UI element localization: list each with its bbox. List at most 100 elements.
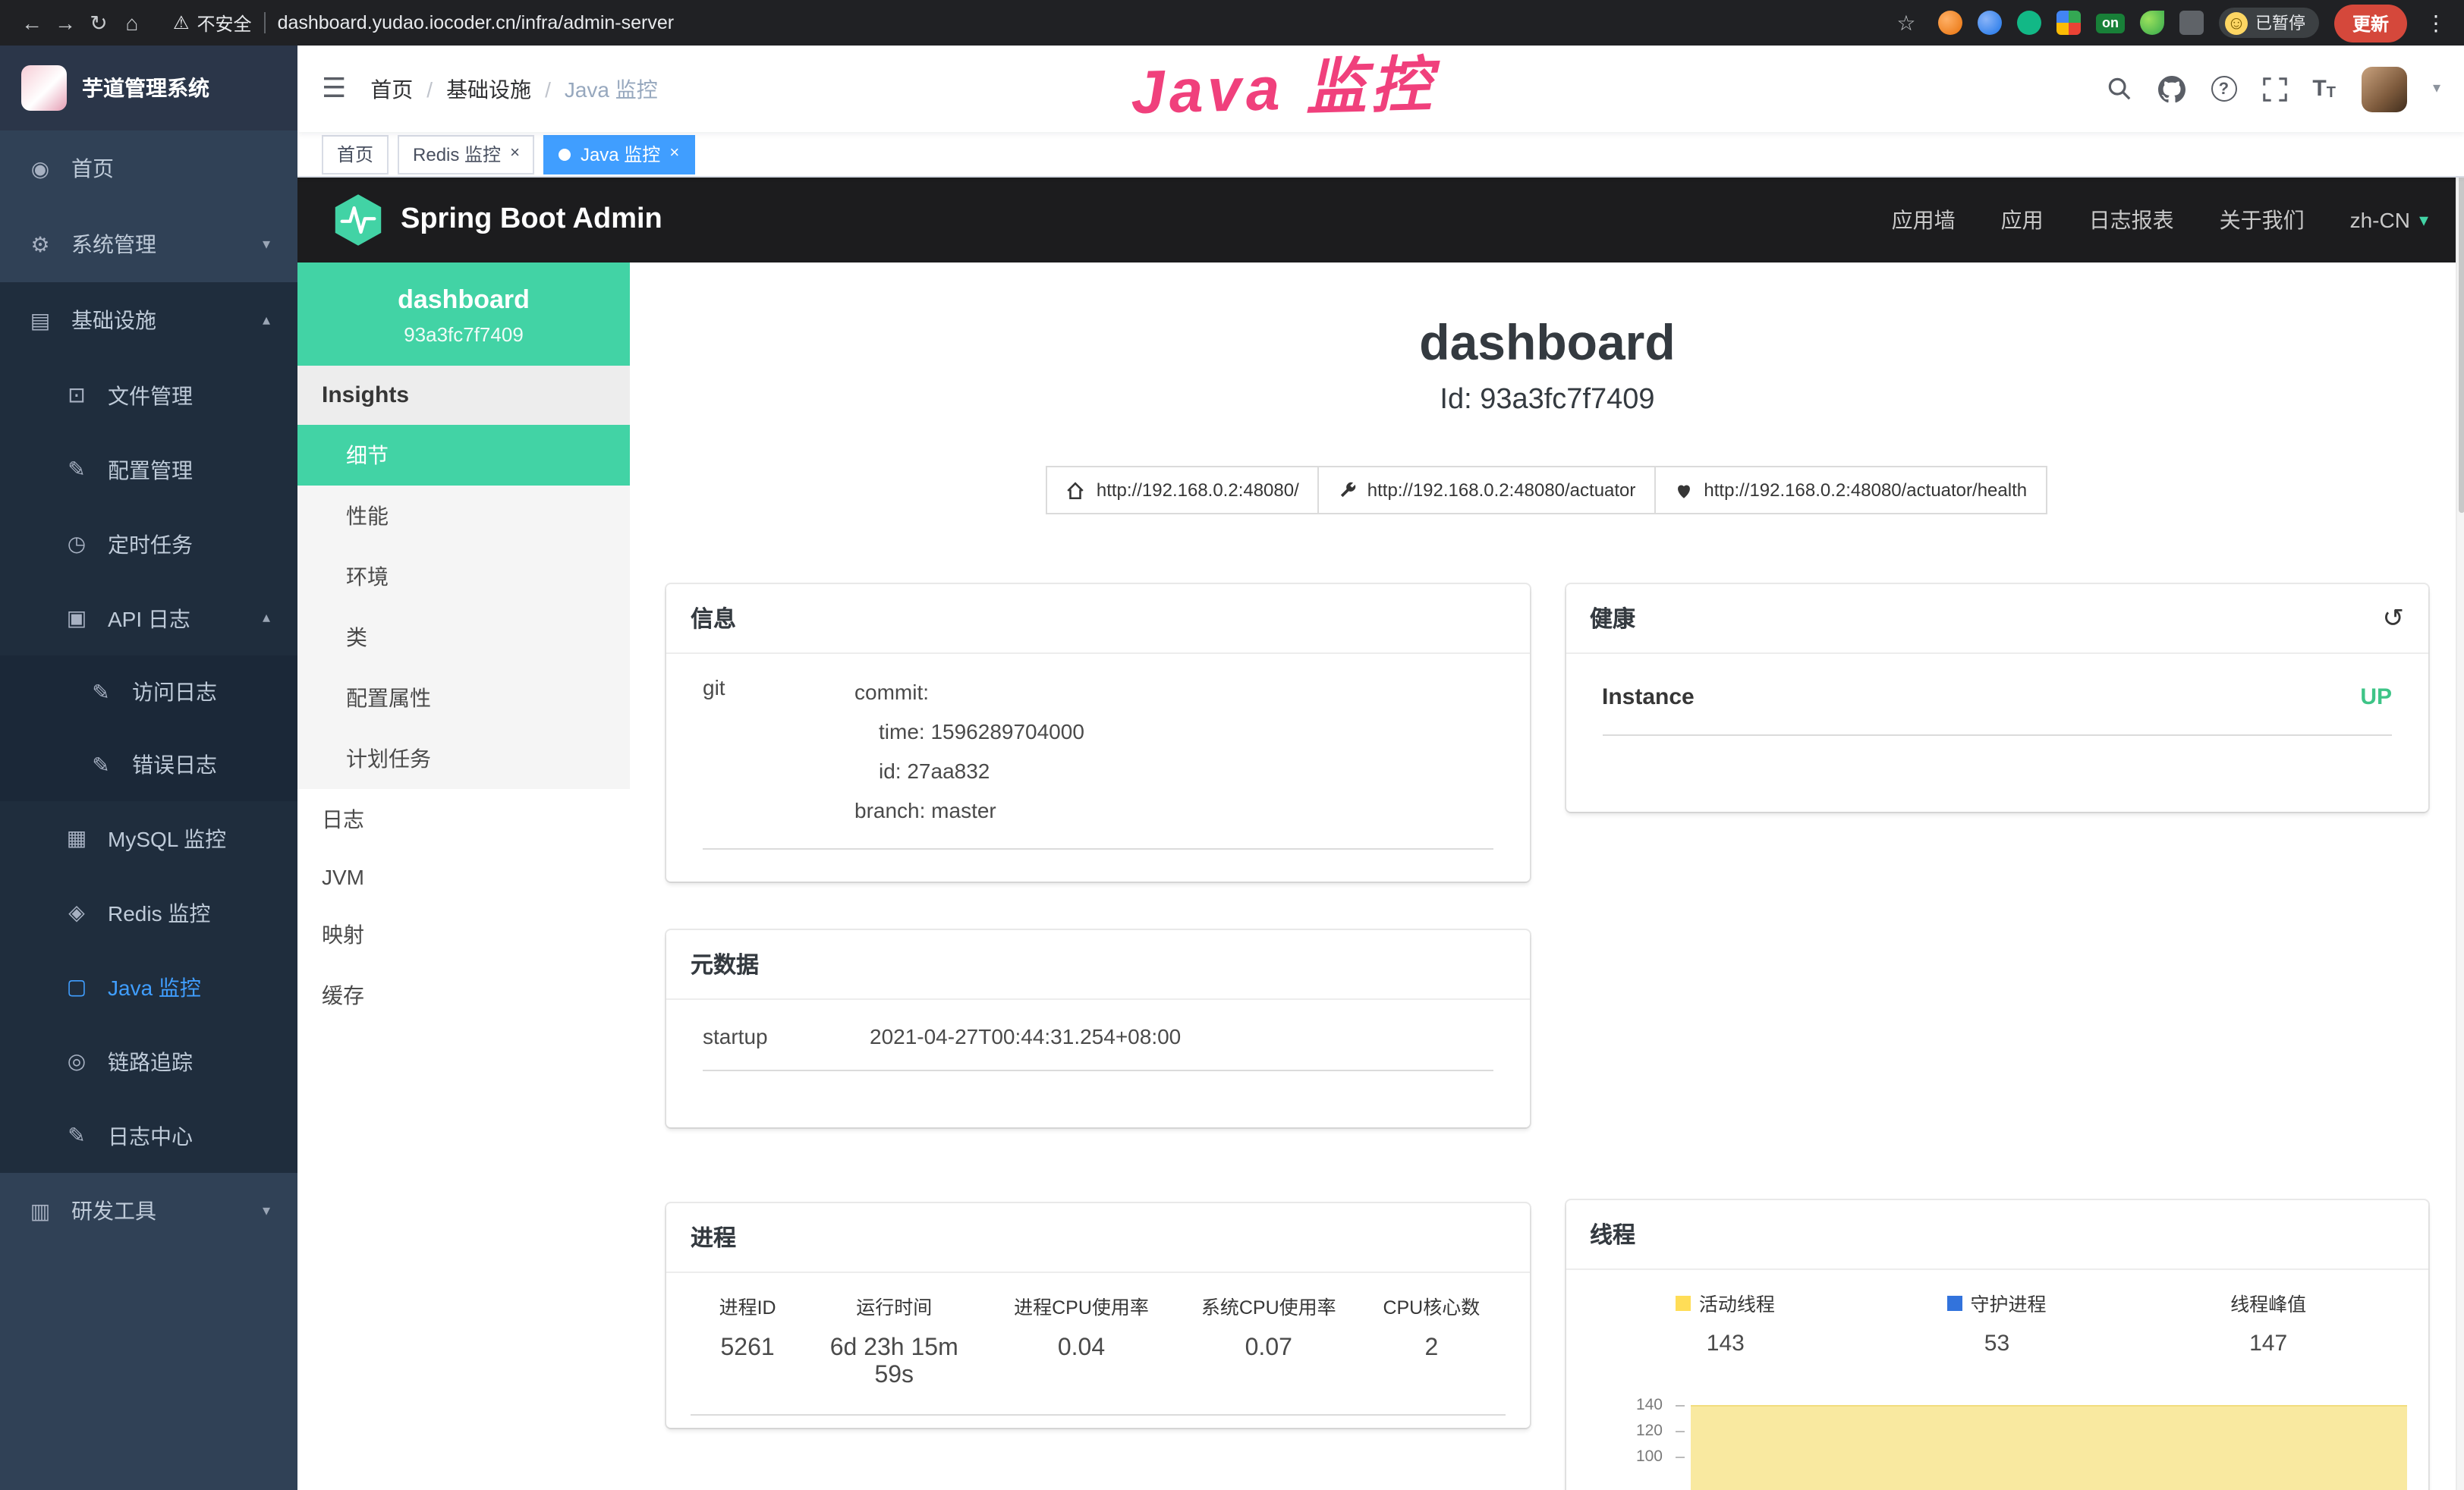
sidebar-item-config-manage[interactable]: ✎ 配置管理	[0, 432, 297, 507]
sba-title: Spring Boot Admin	[401, 203, 662, 237]
sidebar-item-dev-tools[interactable]: ▥ 研发工具 ▾	[0, 1173, 297, 1249]
address-bar[interactable]: ⚠ 不安全 dashboard.yudao.iocoder.cn/infra/a…	[173, 10, 674, 36]
user-avatar[interactable]	[2362, 66, 2407, 112]
sidebar-item-infra[interactable]: ▤ 基础设施 ▴	[0, 282, 297, 358]
sidebar-item-api-logs[interactable]: ▣ API 日志 ▴	[0, 581, 297, 655]
breadcrumb-separator: /	[545, 77, 551, 101]
bookmark-star-icon[interactable]: ☆	[1890, 10, 1923, 36]
card-title: 信息	[691, 602, 736, 634]
sidebar-item-scheduled-jobs[interactable]: ◷ 定时任务	[0, 507, 297, 581]
api-log-icon: ▣	[64, 605, 90, 631]
error-log-icon: ✎	[88, 752, 114, 778]
sba-nav-journal[interactable]: 日志报表	[2089, 205, 2174, 235]
sba-body: dashboard 93a3fc7f7409 Insights 细节 性能 环境…	[297, 262, 2464, 1490]
extension-on-toggle[interactable]: on	[2096, 13, 2125, 33]
search-icon[interactable]	[2106, 76, 2132, 102]
sba-brand[interactable]: Spring Boot Admin	[334, 193, 662, 247]
paused-label: 已暂停	[2255, 11, 2305, 35]
sba-instance-header[interactable]: dashboard 93a3fc7f7409	[297, 262, 630, 366]
font-size-icon[interactable]: TT	[2312, 76, 2336, 102]
smiley-avatar-icon: ☺	[2225, 11, 2248, 34]
reload-icon[interactable]: ↻	[82, 10, 115, 36]
extension-drop-icon[interactable]	[1978, 11, 2002, 35]
page-scrollbar[interactable]	[2456, 46, 2464, 1490]
sidebar-item-mysql-monitor[interactable]: ▦ MySQL 监控	[0, 801, 297, 875]
legend-peak-threads: 线程峰值 147	[2132, 1288, 2404, 1356]
gear-icon: ⚙	[27, 231, 53, 257]
extension-green-icon[interactable]	[2017, 11, 2041, 35]
sba-nav-applications[interactable]: 应用	[2001, 205, 2044, 235]
process-header-pid: 进程ID	[691, 1273, 804, 1323]
sba-item-config-props[interactable]: 配置属性	[297, 668, 630, 728]
sidebar-item-access-logs[interactable]: ✎ 访问日志	[0, 655, 297, 728]
legend-value: 143	[1590, 1331, 1861, 1356]
forward-icon[interactable]: →	[49, 11, 82, 35]
extensions-puzzle-icon[interactable]	[2179, 11, 2204, 35]
back-icon[interactable]: ←	[15, 11, 49, 35]
breadcrumb-infra[interactable]: 基础设施	[446, 74, 531, 104]
sba-item-scheduled-tasks[interactable]: 计划任务	[297, 728, 630, 789]
extension-leaf-icon[interactable]	[2140, 11, 2164, 35]
update-button[interactable]: 更新	[2334, 4, 2407, 42]
sidebar-item-home[interactable]: ◉ 首页	[0, 130, 297, 206]
sidebar-item-error-logs[interactable]: ✎ 错误日志	[0, 728, 297, 801]
instance-name: dashboard	[310, 285, 618, 316]
sidebar-item-log-center[interactable]: ✎ 日志中心	[0, 1099, 297, 1173]
history-icon[interactable]: ↺	[2383, 603, 2405, 633]
sba-nav-about[interactable]: 关于我们	[2220, 205, 2305, 235]
tag-java-monitor[interactable]: Java 监控 ×	[544, 134, 694, 174]
process-header-uptime: 运行时间	[804, 1273, 983, 1323]
breadcrumb-separator: /	[426, 77, 433, 101]
hamburger-icon[interactable]: ☰	[322, 73, 346, 105]
sidebar-item-java-monitor[interactable]: ▢ Java 监控	[0, 950, 297, 1024]
security-warning[interactable]: ⚠ 不安全	[173, 10, 252, 36]
close-icon[interactable]: ×	[669, 146, 679, 162]
avatar-caret-icon[interactable]: ▾	[2433, 80, 2440, 97]
tag-redis-monitor[interactable]: Redis 监控 ×	[398, 134, 535, 174]
sba-item-jvm[interactable]: JVM	[297, 850, 630, 904]
sba-item-classes[interactable]: 类	[297, 607, 630, 668]
fullscreen-icon[interactable]	[2262, 77, 2286, 101]
scrollbar-thumb[interactable]	[2459, 134, 2464, 513]
warning-icon: ⚠	[173, 12, 190, 33]
browser-menu-icon[interactable]: ⋮	[2422, 10, 2450, 36]
url-text[interactable]: dashboard.yudao.iocoder.cn/infra/admin-s…	[278, 12, 675, 33]
sba-item-mappings[interactable]: 映射	[297, 904, 630, 965]
paused-badge[interactable]: ☺ 已暂停	[2219, 8, 2319, 38]
sba-item-details[interactable]: 细节	[297, 425, 630, 486]
sba-item-environment[interactable]: 环境	[297, 546, 630, 607]
threads-legend: 活动线程 143 守护进程 53 线程峰值	[1590, 1288, 2404, 1356]
item-label: 日志中心	[108, 1121, 193, 1151]
github-icon[interactable]	[2157, 75, 2185, 102]
logo-avatar	[21, 65, 67, 111]
tag-home[interactable]: 首页	[322, 134, 389, 174]
sba-group-insights: Insights	[297, 366, 630, 425]
sba-item-metrics[interactable]: 性能	[297, 486, 630, 546]
help-icon[interactable]: ?	[2211, 76, 2236, 102]
metadata-card: 元数据 startup 2021-04-27T00:44:31.254+08:0…	[666, 930, 1529, 1127]
health-url-button[interactable]: http://192.168.0.2:48080/actuator/health	[1654, 466, 2047, 514]
item-label: Redis 监控	[108, 897, 210, 928]
sba-nav-wallboard[interactable]: 应用墙	[1892, 205, 1956, 235]
sba-item-logs[interactable]: 日志	[297, 789, 630, 850]
sidebar-item-system[interactable]: ⚙ 系统管理 ▾	[0, 206, 297, 282]
extension-grid-icon[interactable]	[2056, 11, 2081, 35]
breadcrumb-home[interactable]: 首页	[370, 74, 413, 104]
sba-item-caches[interactable]: 缓存	[297, 965, 630, 1026]
item-label: 配置管理	[108, 454, 193, 485]
sidebar-item-trace[interactable]: ◎ 链路追踪	[0, 1024, 297, 1099]
extension-fox-icon[interactable]	[1938, 11, 1962, 35]
redis-icon: ◈	[64, 900, 90, 926]
app-logo[interactable]: 芋道管理系统	[0, 46, 297, 130]
sidebar-item-file-manage[interactable]: ⊡ 文件管理	[0, 358, 297, 432]
main-area: ☰ 首页 / 基础设施 / Java 监控 Java 监控	[297, 46, 2464, 1490]
close-icon[interactable]: ×	[510, 146, 520, 162]
access-log-icon: ✎	[88, 679, 114, 705]
legend-swatch-yellow	[1676, 1295, 1691, 1310]
instance-url-button[interactable]: http://192.168.0.2:48080/	[1046, 466, 1319, 514]
sidebar-item-redis-monitor[interactable]: ◈ Redis 监控	[0, 875, 297, 950]
actuator-url-button[interactable]: http://192.168.0.2:48080/actuator	[1317, 466, 1656, 514]
card-header: 元数据	[666, 930, 1529, 1000]
home-icon[interactable]: ⌂	[115, 11, 149, 35]
sba-locale-select[interactable]: zh-CN ▾	[2350, 208, 2428, 232]
